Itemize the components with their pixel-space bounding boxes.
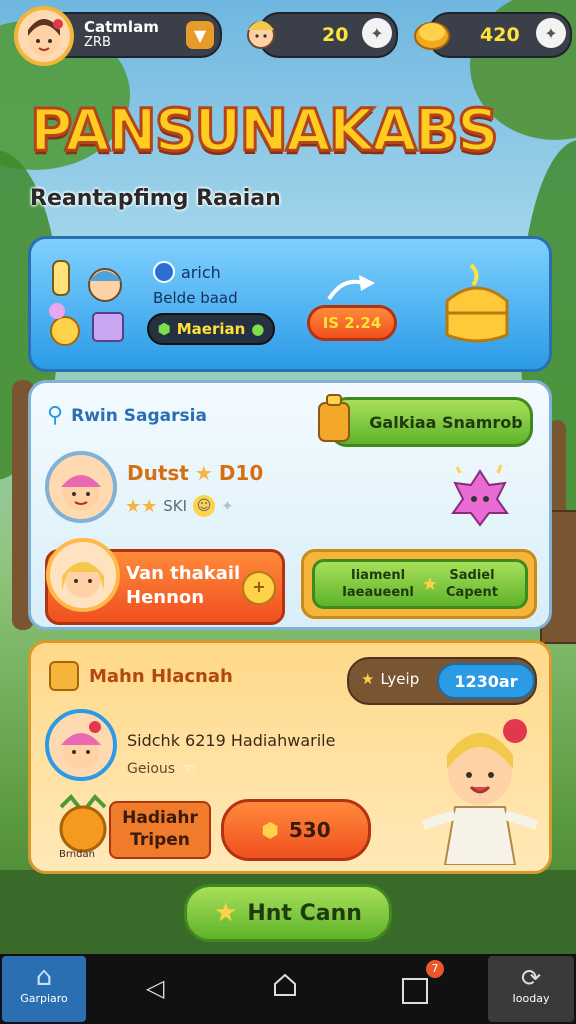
reward-tag: Hadiahr Tripen bbox=[109, 801, 211, 859]
offer-label: arich bbox=[181, 262, 221, 282]
character-card-avatar bbox=[46, 538, 120, 612]
reward-value: 530 bbox=[288, 818, 331, 842]
rewards-heading: Mahn Hlacnah bbox=[89, 665, 233, 687]
dual-action-button[interactable]: Iiamenl Iaeaueenl ★ Sadiel Capent bbox=[312, 559, 528, 609]
reward-line1: Hadiahr bbox=[122, 808, 198, 828]
level-value-badge: 1230ar bbox=[437, 663, 535, 699]
events-heading: Rwin Sagarsia bbox=[71, 405, 207, 426]
notification-badge: 7 bbox=[426, 960, 444, 978]
mascot-character bbox=[415, 715, 545, 865]
bottom-nav-bar: ⌂ Garpiaro ◁ 7 ⟳ Iooday bbox=[0, 954, 576, 1024]
event-player-level: D10 bbox=[218, 461, 264, 485]
character-head-icon bbox=[242, 10, 280, 54]
gem-icon: ⬢ bbox=[157, 320, 171, 338]
swap-arrow-icon bbox=[323, 271, 383, 305]
coin-label: Brndan bbox=[59, 849, 95, 860]
rating-stars-icon: ★★ bbox=[125, 495, 158, 517]
sparkle-icon: ✦ bbox=[221, 497, 234, 515]
star-icon: ★ bbox=[421, 573, 439, 595]
home-tab-label: Garpiaro bbox=[20, 992, 68, 1005]
scroll-icon bbox=[313, 393, 355, 447]
reward-line2: Tripen bbox=[130, 830, 190, 850]
smile-icon: ☺ bbox=[193, 495, 216, 517]
add-energy-button[interactable]: ✦ bbox=[362, 18, 392, 48]
rank-badge-label: Maerian bbox=[176, 320, 246, 338]
offer-price-button[interactable]: IS 2.24 bbox=[307, 305, 397, 341]
quest-button-label: Galkiaa Snamrob bbox=[369, 412, 523, 432]
character-card-line2: Hennon bbox=[126, 587, 205, 608]
event-player-small: SKI bbox=[163, 497, 188, 515]
offer-price-label: IS 2.24 bbox=[322, 314, 382, 332]
player-subtext: ZRB bbox=[84, 35, 111, 50]
today-tab[interactable]: ⟳ Iooday bbox=[488, 956, 574, 1022]
back-icon[interactable]: ◁ bbox=[146, 974, 164, 1002]
event-player-avatar[interactable] bbox=[45, 451, 117, 523]
shop-offer-panel: arich Belde baad ⬢ Maerian ● IS 2.24 bbox=[28, 236, 552, 372]
add-gold-button[interactable]: ✦ bbox=[536, 18, 566, 48]
energy-value: 20 bbox=[322, 24, 349, 46]
rewards-player-avatar[interactable] bbox=[45, 709, 117, 781]
events-panel: ⚲ Rwin Sagarsia Galkiaa Snamrob Dutst ★ … bbox=[28, 380, 552, 630]
recents-icon[interactable] bbox=[402, 978, 428, 1004]
star-icon: ★ bbox=[214, 898, 238, 928]
location-pin-icon: ⚲ bbox=[47, 403, 64, 428]
dual-action-frame: Iiamenl Iaeaueenl ★ Sadiel Capent bbox=[301, 549, 537, 619]
gem-icon: ⬢ bbox=[261, 818, 279, 842]
main-action-button[interactable]: ★ Hnt Cann bbox=[184, 884, 392, 942]
character-card-button[interactable]: Van thakail Hennon + bbox=[45, 538, 285, 625]
star-icon: ★ bbox=[194, 461, 213, 485]
hand-icon: ☜ bbox=[181, 759, 196, 778]
info-icon bbox=[153, 261, 175, 283]
home-system-icon[interactable] bbox=[272, 972, 298, 998]
quest-button[interactable]: Galkiaa Snamrob bbox=[329, 397, 533, 447]
character-card-line1: Van thakail bbox=[126, 563, 241, 584]
treasure-chest-icon bbox=[441, 261, 513, 347]
reward-claim-button[interactable]: ⬢ 530 bbox=[221, 799, 371, 861]
dual-right-line2: Capent bbox=[446, 585, 498, 600]
event-player-name: Dutst bbox=[127, 461, 189, 485]
gold-coin-icon bbox=[412, 12, 452, 52]
rewards-line2: Geious bbox=[127, 760, 176, 777]
gold-value: 420 bbox=[480, 24, 520, 46]
items-bundle-icon bbox=[47, 253, 139, 351]
rewards-panel: Mahn Hlacnah ★ Lyeip 1230ar Sidchk 6219 … bbox=[28, 640, 552, 874]
dual-left-line1: Iiamenl bbox=[350, 568, 406, 583]
today-tab-label: Iooday bbox=[512, 992, 550, 1005]
dot-icon: ● bbox=[251, 320, 265, 338]
star-icon: ★ bbox=[361, 670, 375, 688]
player-name: Catmlam bbox=[84, 18, 159, 36]
home-icon: ⌂ bbox=[35, 962, 53, 992]
game-subtitle: Reantapfimg Raaian bbox=[30, 186, 281, 211]
player-avatar[interactable] bbox=[14, 6, 74, 66]
plus-icon: + bbox=[242, 571, 276, 605]
game-title: PANSUNAKABS bbox=[29, 95, 501, 166]
pink-monster-icon bbox=[445, 461, 515, 531]
rank-badge: ⬢ Maerian ● bbox=[147, 313, 275, 345]
dual-left-line2: Iaeaueenl bbox=[342, 585, 414, 600]
rewards-line1: Sidchk 6219 Hadiahwarile bbox=[127, 731, 336, 750]
level-value: 1230ar bbox=[454, 671, 518, 691]
level-pill: ★ Lyeip 1230ar bbox=[347, 657, 537, 705]
player-rank-icon: ▼ bbox=[186, 21, 214, 49]
home-tab[interactable]: ⌂ Garpiaro bbox=[2, 956, 86, 1022]
offer-sublabel: Belde baad bbox=[153, 289, 238, 307]
dual-right-line1: Sadiel bbox=[449, 568, 495, 583]
gift-icon bbox=[49, 661, 79, 691]
main-action-label: Hnt Cann bbox=[247, 900, 362, 926]
refresh-icon: ⟳ bbox=[520, 964, 542, 992]
level-pill-label: Lyeip bbox=[380, 670, 420, 688]
game-screen: Catmlam ZRB ▼ 20 ✦ 420 ✦ PANSUNAKABS Rea… bbox=[0, 0, 576, 1024]
